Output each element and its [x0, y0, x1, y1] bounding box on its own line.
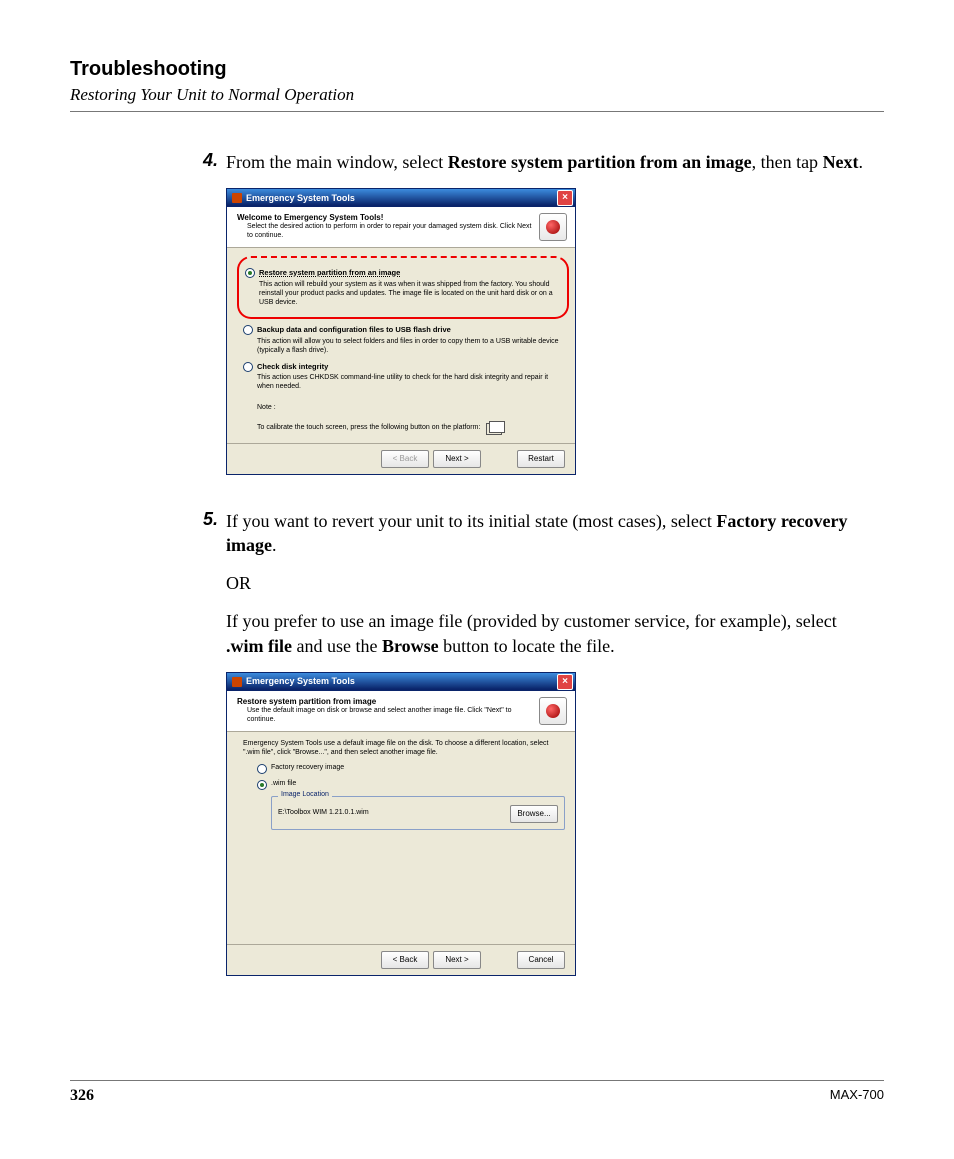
footer-rule — [70, 1080, 884, 1081]
dialog-title: Emergency System Tools — [246, 193, 557, 204]
callout-highlight: Restore system partition from an image T… — [237, 256, 569, 319]
bold-text: Restore system partition from an image — [448, 152, 752, 172]
option-factory-image[interactable]: Factory recovery image — [257, 764, 565, 774]
banner-title: Restore system partition from image — [237, 697, 539, 707]
dialog-screenshot-2: Emergency System Tools × Restore system … — [226, 672, 576, 976]
option-label: Check disk integrity — [257, 362, 328, 371]
text: From the main window, select — [226, 152, 448, 172]
option-desc: This action will allow you to select fol… — [257, 338, 565, 356]
dialog-button-bar: < Back Next > Restart — [227, 443, 575, 474]
text: and use the — [292, 636, 382, 656]
radio-icon — [257, 764, 267, 774]
option-desc: This action will rebuild your system as … — [259, 281, 561, 307]
step-5: 5. If you want to revert your unit to it… — [186, 509, 878, 996]
text: . — [272, 535, 277, 555]
step-body: From the main window, select Restore sys… — [226, 150, 878, 495]
model-name: MAX-700 — [830, 1087, 884, 1105]
cancel-button[interactable]: Cancel — [517, 951, 565, 969]
or-text: OR — [226, 571, 878, 595]
radio-selected-icon — [257, 780, 267, 790]
step-body: If you want to revert your unit to its i… — [226, 509, 878, 996]
note-row: To calibrate the touch screen, press the… — [257, 423, 565, 435]
dialog-content: Restore system partition from an image T… — [227, 248, 575, 442]
calibrate-button-icon — [486, 423, 502, 435]
option-label: Restore system partition from an image — [259, 268, 400, 277]
banner-desc: Use the default image on disk or browse … — [247, 707, 539, 725]
dialog-screenshot-1: Emergency System Tools × Welcome to Emer… — [226, 188, 576, 474]
dialog-titlebar: Emergency System Tools × — [227, 189, 575, 207]
step-number: 5. — [186, 509, 226, 996]
fieldset-legend: Image Location — [278, 791, 332, 800]
close-icon[interactable]: × — [557, 190, 573, 206]
text: , then tap — [752, 152, 823, 172]
section-subtitle: Restoring Your Unit to Normal Operation — [70, 85, 884, 105]
option-backup-usb[interactable]: Backup data and configuration files to U… — [243, 325, 565, 355]
bold-text: Browse — [382, 636, 439, 656]
text: If you want to revert your unit to its i… — [226, 511, 716, 531]
section-title: Troubleshooting — [70, 58, 884, 81]
next-button[interactable]: Next > — [433, 951, 481, 969]
app-icon — [232, 677, 242, 687]
recovery-disk-icon — [539, 213, 567, 241]
dialog-button-bar: < Back Next > Cancel — [227, 944, 575, 975]
back-button: < Back — [381, 450, 429, 468]
close-icon[interactable]: × — [557, 674, 573, 690]
option-label: .wim file — [271, 780, 296, 787]
text: . — [859, 152, 864, 172]
bold-text: Next — [823, 152, 859, 172]
intro-text: Emergency System Tools use a default ima… — [243, 740, 565, 758]
note-label: Note : — [257, 404, 565, 413]
restart-button[interactable]: Restart — [517, 450, 565, 468]
step-number: 4. — [186, 150, 226, 495]
bold-text: .wim file — [226, 636, 292, 656]
browse-button[interactable]: Browse... — [510, 805, 558, 823]
option-check-disk[interactable]: Check disk integrity This action uses CH… — [243, 362, 565, 392]
option-label: Backup data and configuration files to U… — [257, 325, 451, 334]
radio-icon — [243, 362, 253, 372]
note-text: To calibrate the touch screen, press the… — [257, 424, 480, 433]
recovery-disk-icon — [539, 697, 567, 725]
header-rule — [70, 111, 884, 112]
dialog-titlebar: Emergency System Tools × — [227, 673, 575, 691]
step-4: 4. From the main window, select Restore … — [186, 150, 878, 495]
option-label: Factory recovery image — [271, 764, 344, 771]
page-footer: 326 MAX-700 — [70, 1080, 884, 1105]
text: button to locate the file. — [439, 636, 615, 656]
image-location-fieldset: Image Location E:\Toolbox WIM 1.21.0.1.w… — [271, 796, 565, 830]
app-icon — [232, 193, 242, 203]
radio-selected-icon — [245, 268, 255, 278]
dialog-content: Emergency System Tools use a default ima… — [227, 732, 575, 944]
radio-icon — [243, 325, 253, 335]
text: If you prefer to use an image file (prov… — [226, 611, 837, 631]
option-desc: This action uses CHKDSK command-line uti… — [257, 374, 565, 392]
option-wim-file[interactable]: .wim file — [257, 780, 565, 790]
option-restore-partition[interactable]: Restore system partition from an image T… — [245, 268, 561, 307]
back-button[interactable]: < Back — [381, 951, 429, 969]
page-header: Troubleshooting Restoring Your Unit to N… — [70, 58, 884, 112]
banner-desc: Select the desired action to perform in … — [247, 223, 539, 241]
image-path: E:\Toolbox WIM 1.21.0.1.wim — [278, 809, 369, 818]
dialog-banner: Welcome to Emergency System Tools! Selec… — [227, 207, 575, 248]
page-number: 326 — [70, 1087, 94, 1105]
dialog-title: Emergency System Tools — [246, 676, 557, 687]
banner-title: Welcome to Emergency System Tools! — [237, 213, 539, 223]
dialog-banner: Restore system partition from image Use … — [227, 691, 575, 732]
next-button[interactable]: Next > — [433, 450, 481, 468]
